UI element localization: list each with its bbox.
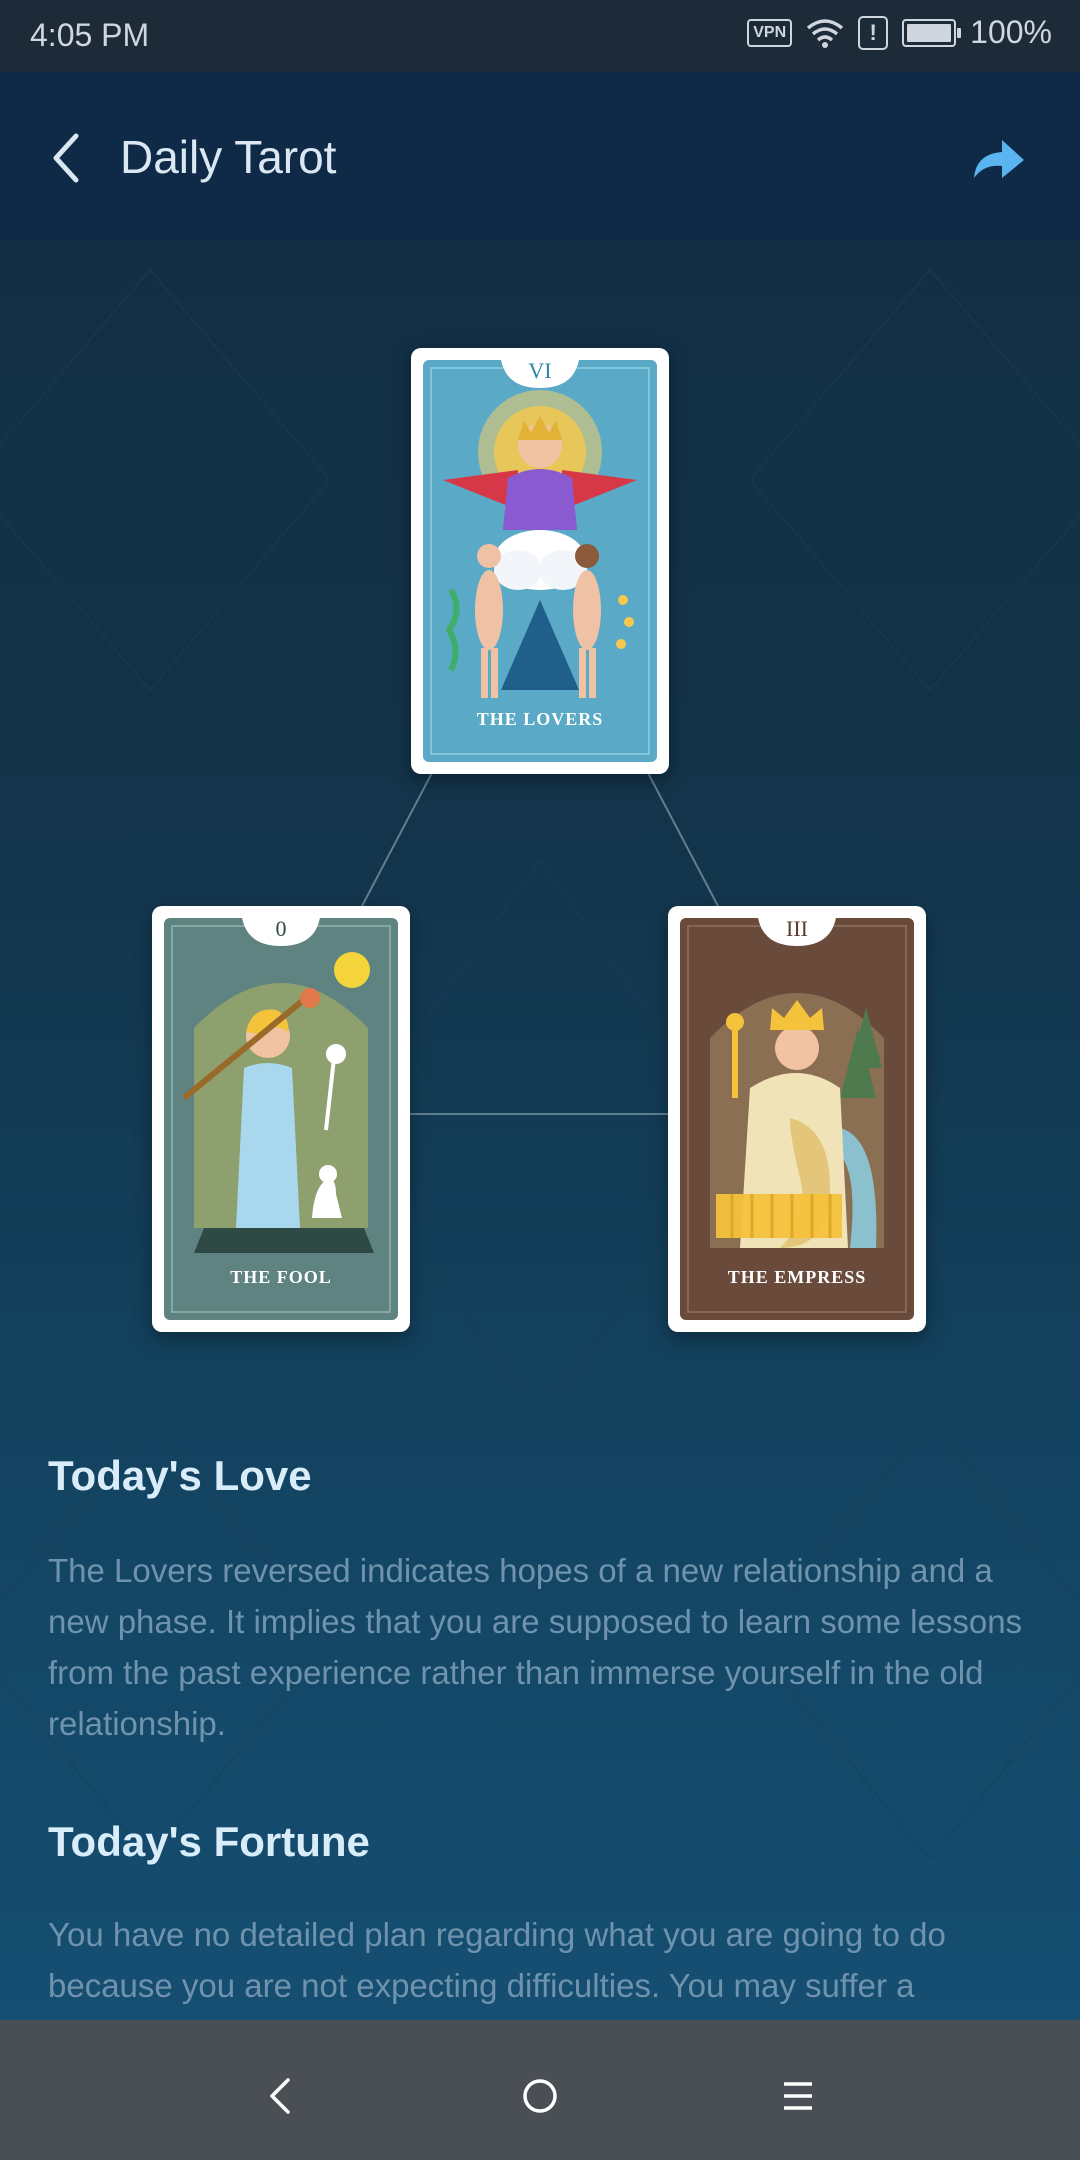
card-name: THE FOOL — [230, 1267, 332, 1287]
card-name: THE LOVERS — [476, 709, 604, 729]
nav-home-button[interactable] — [500, 2056, 580, 2136]
fool-illustration — [164, 918, 398, 1320]
tarot-card-empress[interactable]: III THE EMPRESS — [668, 906, 926, 1332]
nav-menu-icon — [784, 2082, 812, 2110]
lovers-illustration — [423, 360, 657, 762]
tarot-card-lovers[interactable]: VI THE LOVERS — [411, 348, 669, 774]
love-section-body: The Lovers reversed indicates hopes of a… — [48, 1552, 1023, 1742]
card-name: THE EMPRESS — [727, 1267, 867, 1287]
fortune-section-title: Today's Fortune — [48, 1818, 370, 1865]
card-numeral: 0 — [275, 916, 287, 941]
nav-menu-button[interactable] — [758, 2056, 838, 2136]
tarot-card-fool[interactable]: 0 THE FOOL — [152, 906, 410, 1332]
nav-back-button[interactable] — [242, 2056, 322, 2136]
card-numeral: VI — [528, 358, 552, 383]
nav-back-icon — [270, 2078, 290, 2114]
love-section-title: Today's Love — [48, 1452, 312, 1499]
nav-home-icon — [523, 2079, 557, 2113]
fortune-section-body: You have no detailed plan regarding what… — [48, 1916, 946, 2004]
system-nav-bar — [0, 2020, 1080, 2160]
card-numeral: III — [786, 916, 808, 941]
empress-illustration — [680, 918, 914, 1320]
